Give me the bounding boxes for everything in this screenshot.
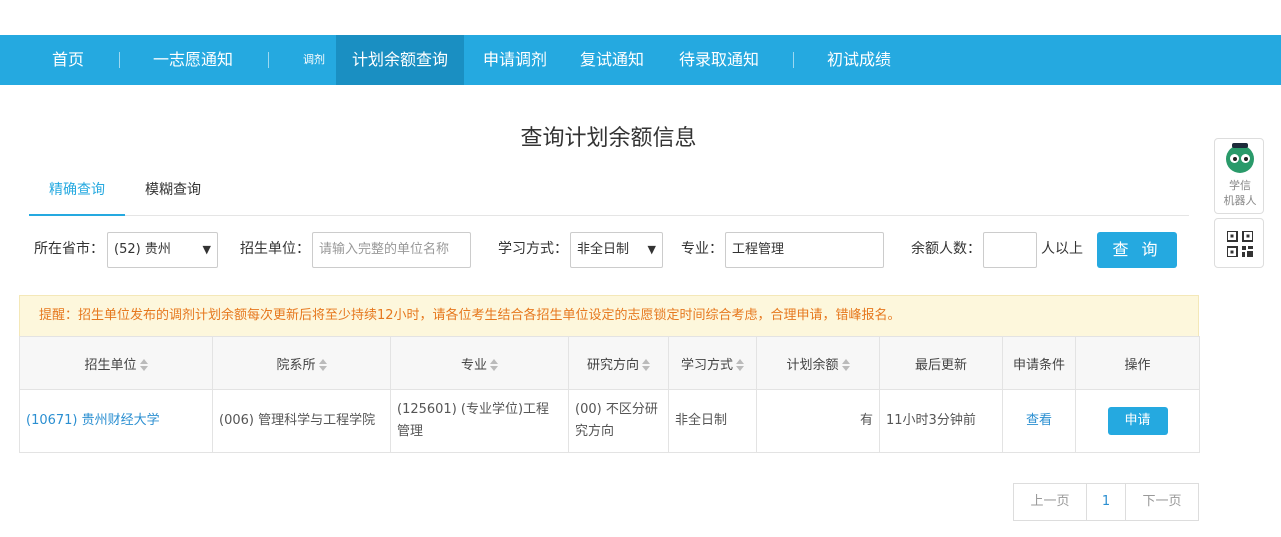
col-header-action: 操作: [1075, 336, 1200, 390]
apply-button[interactable]: 申请: [1107, 407, 1168, 435]
prev-page-button[interactable]: 上一页: [1013, 483, 1087, 521]
unit-input[interactable]: 请输入完整的单位名称: [312, 232, 471, 268]
unit-link[interactable]: (10671) 贵州财经大学: [26, 413, 160, 428]
tab-fuzzy-query[interactable]: 模糊查询: [129, 170, 217, 216]
unit-label: 招生单位：: [240, 241, 310, 257]
col-header-label: 院系所: [276, 357, 316, 373]
col-header-mode[interactable]: 学习方式: [668, 336, 757, 390]
chat-robot-widget[interactable]: 学信 机器人: [1214, 138, 1264, 214]
quota-count-suffix: 人以上: [1041, 241, 1083, 257]
col-header-condition: 申请条件: [1002, 336, 1076, 390]
study-mode-select[interactable]: 非全日制 ▼: [570, 232, 663, 268]
nav-item-retest-notice[interactable]: 复试通知: [580, 35, 644, 85]
sort-icon[interactable]: [642, 359, 650, 371]
next-page-button[interactable]: 下一页: [1125, 483, 1199, 521]
sort-icon[interactable]: [318, 359, 327, 371]
robot-label: 学信 机器人: [1223, 179, 1257, 207]
query-tabs: 精确查询 模糊查询: [29, 170, 1189, 216]
nav-separator: [268, 52, 269, 68]
table-row: (10671) 贵州财经大学 (006) 管理科学与工程学院 (125601) …: [19, 389, 1200, 453]
direction-cell: (00) 不区分研究方向: [568, 389, 669, 453]
col-header-updated: 最后更新: [879, 336, 1003, 390]
col-header-label: 专业: [460, 357, 487, 373]
dept-cell: (006) 管理科学与工程学院: [212, 389, 391, 453]
col-header-major[interactable]: 专业: [390, 336, 569, 390]
chevron-down-icon: ▼: [202, 243, 211, 256]
col-header-label: 学习方式: [680, 357, 733, 373]
nav-separator: [793, 52, 794, 68]
search-button[interactable]: 查 询: [1097, 232, 1177, 268]
qr-code-icon: [1227, 231, 1253, 257]
mode-cell: 非全日制: [668, 389, 757, 453]
qr-code-widget[interactable]: [1214, 218, 1264, 268]
page-number-button[interactable]: 1: [1086, 483, 1126, 521]
sort-icon[interactable]: [139, 359, 148, 371]
nav-item-home[interactable]: 首页: [52, 35, 84, 85]
col-header-unit[interactable]: 招生单位: [19, 336, 213, 390]
study-mode-select-value: 非全日制: [577, 242, 630, 257]
col-header-dept[interactable]: 院系所: [212, 336, 391, 390]
col-header-label: 研究方向: [586, 357, 639, 373]
col-header-direction[interactable]: 研究方向: [568, 336, 669, 390]
col-header-quota[interactable]: 计划余额: [756, 336, 880, 390]
nav-item-admission-notice[interactable]: 待录取通知: [679, 35, 759, 85]
results-table: 招生单位 院系所 专业 研究方向 学习方式 计划余额 最后更新 申请条件 操作 …: [19, 336, 1200, 453]
major-label: 专业：: [681, 241, 723, 257]
quota-count-input[interactable]: [983, 232, 1037, 268]
notice-banner: 提醒：招生单位发布的调剂计划余额每次更新后将至少持续12小时，请各位考生结合各招…: [19, 295, 1199, 337]
quota-cell: 有: [756, 389, 880, 453]
col-header-label: 计划余额: [786, 357, 839, 373]
nav-item-first-choice-notice[interactable]: 一志愿通知: [153, 35, 233, 85]
sort-icon[interactable]: [841, 359, 850, 371]
sort-icon[interactable]: [736, 359, 744, 371]
nav-item-plan-quota-query[interactable]: 计划余额查询: [336, 35, 465, 85]
nav-separator: [119, 52, 120, 68]
robot-icon: [1226, 143, 1254, 173]
table-header-row: 招生单位 院系所 专业 研究方向 学习方式 计划余额 最后更新 申请条件 操作: [19, 336, 1200, 390]
major-input[interactable]: 工程管理: [725, 232, 884, 268]
view-condition-link[interactable]: 查看: [1026, 413, 1052, 428]
nav-item-apply-adjustment[interactable]: 申请调剂: [483, 35, 547, 85]
tab-exact-query[interactable]: 精确查询: [29, 170, 125, 216]
quota-count-label: 余额人数：: [911, 241, 981, 257]
nav-item-adjustment[interactable]: 调剂: [303, 35, 325, 85]
province-select[interactable]: (52) 贵州 ▼: [107, 232, 218, 268]
sort-icon[interactable]: [490, 359, 498, 371]
chevron-down-icon: ▼: [647, 243, 656, 256]
top-nav: 首页 一志愿通知 调剂 计划余额查询 申请调剂 复试通知 待录取通知 初试成绩: [0, 35, 1281, 85]
province-select-value: (52) 贵州: [114, 242, 171, 257]
nav-item-initial-scores[interactable]: 初试成绩: [827, 35, 891, 85]
col-header-label: 招生单位: [84, 357, 137, 373]
province-label: 所在省市：: [34, 241, 104, 257]
page-title: 查询计划余额信息: [520, 126, 697, 151]
study-mode-label: 学习方式：: [498, 241, 568, 257]
updated-cell: 11小时3分钟前: [879, 389, 1003, 453]
major-cell: (125601) (专业学位)工程管理: [390, 389, 569, 453]
